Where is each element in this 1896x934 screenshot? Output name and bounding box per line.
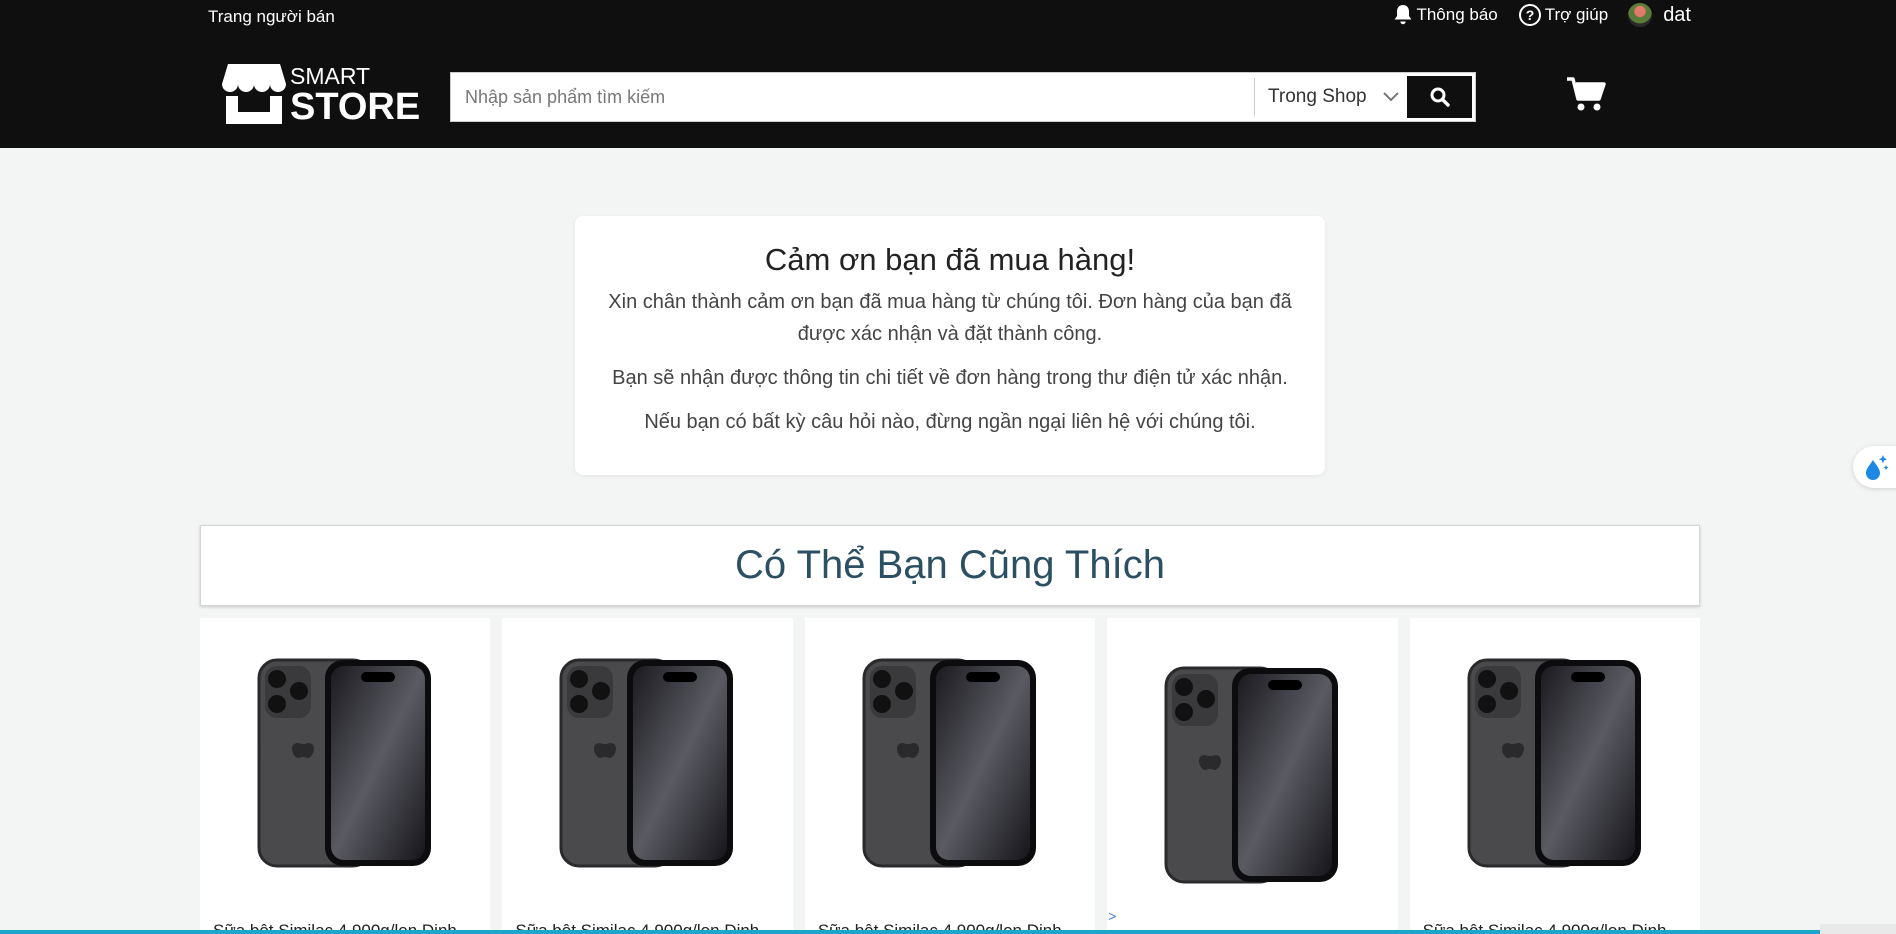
site-header: Trang người bán Thông báo ? Trợ giúp dat… xyxy=(0,0,1896,148)
suggestions-title: Có Thể Bạn Cũng Thích xyxy=(735,543,1165,587)
search-scope-label: Trong Shop xyxy=(1268,86,1367,107)
product-image xyxy=(1467,658,1641,868)
cart-icon xyxy=(1567,77,1606,111)
contact-message: Nếu bạn có bất kỳ câu hỏi nào, đừng ngần… xyxy=(644,411,1256,433)
product-image xyxy=(559,658,734,868)
help-link[interactable]: ? Trợ giúp xyxy=(1518,3,1608,27)
logo-line1: SMART xyxy=(290,62,371,89)
product-link[interactable]: > xyxy=(1108,908,1116,924)
thank-you-card: Cảm ơn bạn đã mua hàng! Xin chân thành c… xyxy=(575,216,1325,475)
email-info-message: Bạn sẽ nhận được thông tin chi tiết về đ… xyxy=(612,367,1288,389)
product-image xyxy=(1164,666,1339,884)
bell-icon xyxy=(1395,5,1412,25)
product-list: Sữa bột Similac 4,900g/lon Dinh Sữa bột … xyxy=(200,618,1701,934)
question-circle-icon: ? xyxy=(1518,4,1541,26)
scrollbar-corner xyxy=(1820,924,1896,934)
suggestions-header: Có Thể Bạn Cũng Thích xyxy=(200,525,1700,606)
user-name: dat xyxy=(1663,3,1691,26)
side-widget-button[interactable] xyxy=(1853,446,1896,488)
search-button[interactable] xyxy=(1407,76,1472,118)
help-label: Trợ giúp xyxy=(1544,5,1609,24)
notifications-link[interactable]: Thông báo xyxy=(1393,4,1498,26)
search-icon xyxy=(1430,87,1450,107)
product-image xyxy=(257,658,431,868)
chevron-down-icon xyxy=(1382,92,1399,102)
user-menu[interactable]: dat xyxy=(1628,3,1691,27)
water-drop-sparkle-icon xyxy=(1866,455,1889,480)
search-scope-select[interactable]: Trong Shop xyxy=(1254,78,1407,116)
product-card[interactable]: > xyxy=(1107,618,1398,934)
topbar-actions: Thông báo ? Trợ giúp dat xyxy=(1393,3,1691,27)
product-image xyxy=(862,658,1036,868)
svg-text:?: ? xyxy=(1525,7,1534,23)
cart-button[interactable] xyxy=(1566,76,1606,117)
avatar xyxy=(1628,3,1653,27)
logo-text: SMART STORE xyxy=(290,62,421,128)
product-card[interactable]: Sữa bột Similac 4,900g/lon Dinh xyxy=(200,618,491,934)
product-card[interactable]: Sữa bột Similac 4,900g/lon Dinh xyxy=(1409,618,1701,934)
storefront-icon xyxy=(222,64,286,124)
bottom-accent-bar xyxy=(0,930,1896,934)
seller-page-link[interactable]: Trang người bán xyxy=(208,7,335,27)
product-card[interactable]: Sữa bột Similac 4,900g/lon Dinh xyxy=(804,618,1096,934)
thank-you-title: Cảm ơn bạn đã mua hàng! xyxy=(764,242,1136,277)
notifications-label: Thông báo xyxy=(1416,5,1498,24)
product-card[interactable]: Sữa bột Similac 4,900g/lon Dinh xyxy=(502,618,793,934)
search-input[interactable] xyxy=(451,73,1254,121)
thank-you-message: Xin chân thành cảm ơn bạn đã mua hàng từ… xyxy=(608,291,1292,345)
search-bar: Trong Shop xyxy=(450,72,1476,122)
logo-line2: STORE xyxy=(290,85,421,128)
store-logo[interactable]: SMART STORE xyxy=(220,62,420,128)
